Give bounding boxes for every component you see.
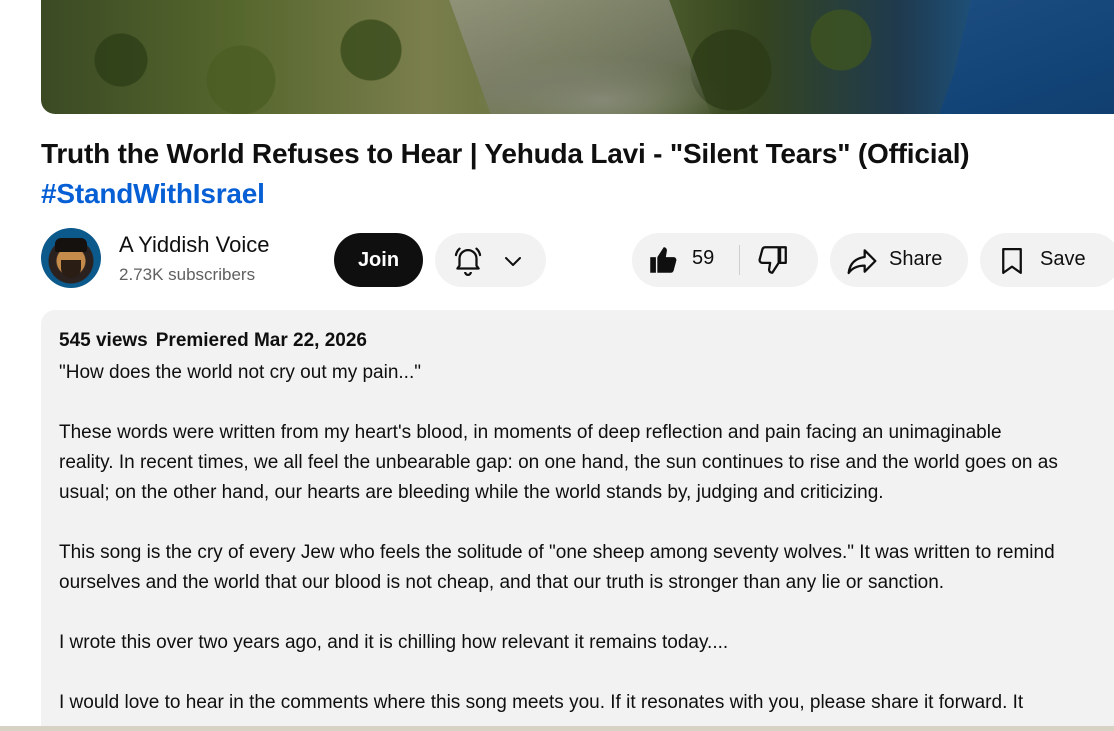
notifications-button[interactable]: [435, 233, 546, 287]
bookmark-icon: [1002, 248, 1022, 274]
avatar-beard-shape: [61, 260, 81, 278]
like-divider: [739, 245, 740, 275]
like-count: 59: [692, 247, 715, 269]
description-body: "How does the world not cry out my pain.…: [59, 358, 1114, 718]
thumbs-down-icon[interactable]: [756, 243, 790, 277]
description-line: "How does the world not cry out my pain.…: [59, 362, 421, 383]
like-button[interactable]: [646, 243, 680, 277]
description-line: I would love to hear in the comments whe…: [59, 692, 1024, 713]
hashtag-link[interactable]: #StandWithIsrael: [41, 174, 265, 214]
description-line: This song is the cry of every Jew who fe…: [59, 542, 1055, 563]
save-button[interactable]: Save: [980, 233, 1114, 287]
description-line: I wrote this over two years ago, and it …: [59, 632, 729, 653]
description-box[interactable]: 545 views Premiered Mar 22, 2026 "How doe…: [41, 310, 1114, 731]
view-count: 545 views: [59, 330, 148, 351]
video-title-block: Truth the World Refuses to Hear | Yehuda…: [41, 134, 1114, 214]
premiere-date: Premiered Mar 22, 2026: [155, 330, 367, 351]
save-label: Save: [1040, 248, 1086, 270]
description-line: ourselves and the world that our blood i…: [59, 572, 945, 593]
owner-row: A Yiddish Voice 2.73K subscribers Join 5…: [41, 228, 1114, 290]
description-meta: 545 views Premiered Mar 22, 2026: [59, 330, 375, 352]
subscriber-count: 2.73K subscribers: [119, 265, 256, 284]
bell-icon: [454, 247, 482, 276]
description-line: These words were written from my heart's…: [59, 422, 1002, 443]
video-frame-path: [449, 0, 713, 114]
video-player[interactable]: [41, 0, 1114, 114]
join-button[interactable]: Join: [334, 233, 423, 287]
thumbs-up-icon: [650, 247, 677, 273]
avatar-hat-shape: [55, 238, 87, 252]
share-icon: [847, 249, 877, 275]
channel-avatar[interactable]: [41, 228, 101, 288]
description-line: reality. In recent times, we all feel th…: [59, 452, 1058, 473]
watch-page: Truth the World Refuses to Hear | Yehuda…: [0, 0, 1114, 731]
share-label: Share: [889, 248, 943, 270]
chevron-down-icon: [505, 257, 521, 266]
channel-name[interactable]: A Yiddish Voice: [119, 232, 269, 258]
description-line: usual; on the other hand, our hearts are…: [59, 482, 884, 503]
video-title: Truth the World Refuses to Hear | Yehuda…: [41, 138, 970, 169]
like-dislike-group: 59: [632, 233, 818, 287]
share-button[interactable]: Share: [830, 233, 968, 287]
window-bottom-edge: [0, 726, 1114, 731]
